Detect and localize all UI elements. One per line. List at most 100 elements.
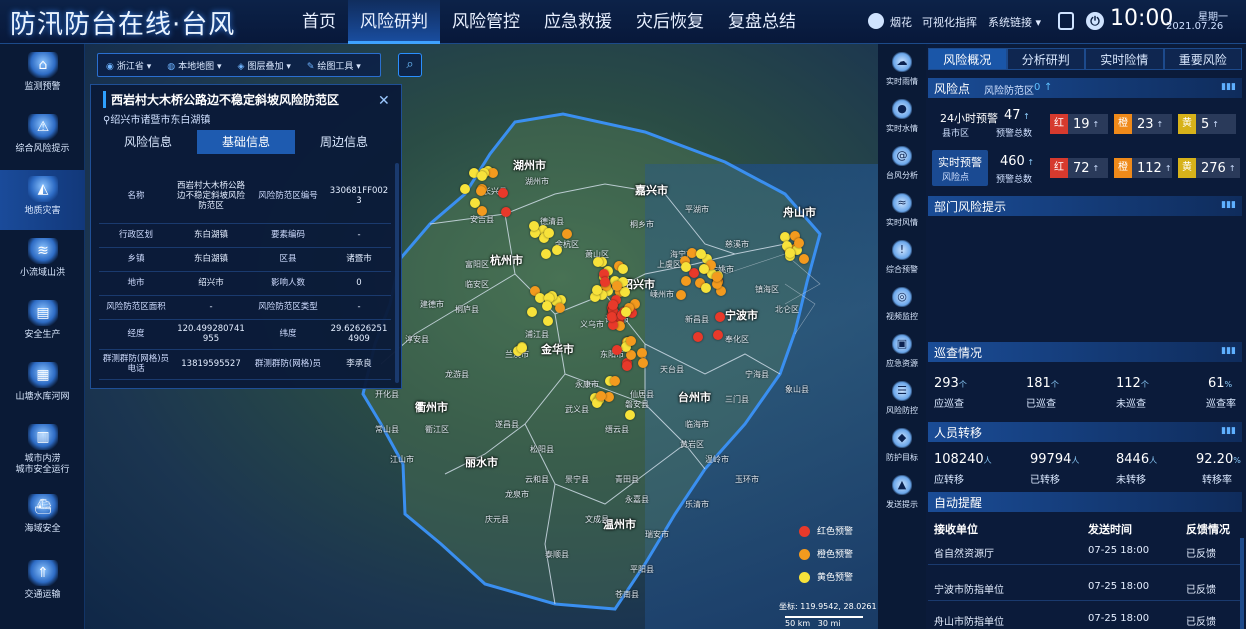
city-label[interactable]: 嘉兴市 <box>635 182 668 198</box>
tool-risk-control[interactable]: ☰ 风险防控 <box>880 377 924 424</box>
sidebar-item-reservoir[interactable]: ▦ 山塘水库河网 <box>0 356 85 416</box>
city-label[interactable]: 舟山市 <box>783 204 816 220</box>
shield-icon: ◆ <box>892 428 912 448</box>
warning-point[interactable] <box>695 248 706 259</box>
coords-value: 119.9542, 28.0261 <box>800 602 877 611</box>
header-right: 烟花 可视化指挥 系统链接 ▾ ⏻ 10:00 星期一 2021.07.26 <box>860 0 1246 44</box>
sidebar-item-monitor-warning[interactable]: ⌂ 监测预警 <box>0 46 85 106</box>
badge-red-realtime[interactable]: 红 72 ↑ <box>1050 158 1108 178</box>
power-icon[interactable]: ⏻ <box>1086 12 1104 30</box>
warning-point[interactable] <box>599 277 610 288</box>
warning-point[interactable] <box>543 315 554 326</box>
table-row: 行政区划 东白湖镇 要素编码 - <box>99 223 391 248</box>
popup-scrollbar[interactable] <box>395 163 399 383</box>
warning-point[interactable] <box>785 247 796 258</box>
sidebar-item-sea[interactable]: ⛴ 海域安全 <box>0 488 85 548</box>
warning-point[interactable] <box>526 306 537 317</box>
top-bar: 防汛防台在线·台风 首页 风险研判 风险管控 应急救援 灾后恢复 复盘总结 烟花… <box>0 0 1246 44</box>
draw-tools-select[interactable]: ✎ 绘图工具 ▾ <box>299 59 369 72</box>
panel-scrollbar[interactable] <box>1240 538 1244 629</box>
water-drop-icon: ● <box>892 99 912 119</box>
warning-point[interactable] <box>779 231 790 242</box>
warning-point[interactable] <box>621 360 632 371</box>
tool-rain[interactable]: ☁ 实时雨情 <box>880 48 924 95</box>
badge-yellow-realtime[interactable]: 黄 276 ↑ <box>1178 158 1240 178</box>
city-label[interactable]: 丽水市 <box>465 454 498 470</box>
tab-surrounding-info[interactable]: 周边信息 <box>295 130 393 154</box>
warning-point[interactable] <box>501 206 512 217</box>
sidebar-item-risk-tips[interactable]: ⚠ 综合风险提示 <box>0 108 85 168</box>
basemap-select[interactable]: ◍ 本地地图 ▾ <box>159 59 229 72</box>
nav-tab-home[interactable]: 首页 <box>290 0 348 44</box>
sidebar-item-traffic[interactable]: ⇑ 交通运输 <box>0 554 85 614</box>
badge-orange-realtime[interactable]: 橙 112 ↑ <box>1114 158 1172 178</box>
warning-point[interactable] <box>516 343 527 354</box>
system-link-dropdown[interactable]: 系统链接 ▾ <box>988 14 1041 30</box>
sidebar-item-city[interactable]: ▥ 城市内涝 城市安全运行 <box>0 418 85 484</box>
sidebar-item-flash-flood[interactable]: ≋ 小流域山洪 <box>0 232 85 292</box>
town-label: 淳安县 <box>405 335 429 344</box>
region-select[interactable]: ◉ 浙江省 ▾ <box>98 59 159 72</box>
tab-risk-overview[interactable]: 风险概况 <box>928 48 1007 70</box>
warning-point[interactable] <box>562 228 573 239</box>
tab-basic-info[interactable]: 基础信息 <box>197 130 295 154</box>
visual-command-link[interactable]: 可视化指挥 <box>922 14 977 30</box>
alarm-icon[interactable] <box>1058 12 1074 30</box>
sidebar-item-geology[interactable]: ◭ 地质灾害 <box>0 170 85 230</box>
realtime-sub: 风险点 <box>942 173 970 183</box>
badge-key: 红 <box>1050 114 1068 134</box>
risk-area-value: 0 <box>1034 82 1041 93</box>
badge-value: 72 <box>1073 160 1090 176</box>
table-row[interactable]: 省自然资源厅 07-25 18:00 已反馈 <box>928 538 1242 565</box>
town-label: 三门县 <box>725 395 749 404</box>
warning-point[interactable] <box>459 183 470 194</box>
tool-wind[interactable]: ≈ 实时风情 <box>880 189 924 236</box>
tool-video[interactable]: ◎ 视频监控 <box>880 283 924 330</box>
tool-typhoon[interactable]: @ 台风分析 <box>880 142 924 189</box>
badge-red-24h[interactable]: 红 19 ↑ <box>1050 114 1108 134</box>
nav-tab-emergency-rescue[interactable]: 应急救援 <box>532 0 624 44</box>
layer-overlay-select[interactable]: ◈ 图层叠加 ▾ <box>230 59 299 72</box>
city-label[interactable]: 台州市 <box>678 389 711 405</box>
city-label[interactable]: 杭州市 <box>490 252 523 268</box>
badge-yellow-24h[interactable]: 黄 5 ↑ <box>1178 114 1236 134</box>
warning-point[interactable] <box>680 262 691 273</box>
nav-tab-risk-control[interactable]: 风险管控 <box>440 0 532 44</box>
tool-alarm[interactable]: ! 综合预警 <box>880 236 924 283</box>
city-label[interactable]: 金华市 <box>541 341 574 357</box>
table-cell-key: 纬度 <box>249 319 327 350</box>
city-label[interactable]: 湖州市 <box>513 157 546 173</box>
tool-water[interactable]: ● 实时水情 <box>880 95 924 142</box>
warning-point[interactable] <box>794 237 805 248</box>
warning-point[interactable] <box>636 347 647 358</box>
tab-risk-info[interactable]: 风险信息 <box>99 130 197 154</box>
city-label[interactable]: 宁波市 <box>725 307 758 323</box>
tab-analysis[interactable]: 分析研判 <box>1006 48 1085 70</box>
table-row[interactable]: 宁波市防指单位 07-25 18:00 已反馈 <box>928 574 1242 601</box>
badge-orange-24h[interactable]: 橙 23 ↑ <box>1114 114 1172 134</box>
warning-point[interactable] <box>681 275 692 286</box>
warning-point[interactable] <box>620 306 631 317</box>
realtime-label: 实时预警 <box>938 156 982 169</box>
tool-send-notice[interactable]: ▲ 发送提示 <box>880 471 924 518</box>
section-risk-points: 风险点 风险防范区 0 ↑ ▮▮▮ <box>928 78 1242 98</box>
warning-point[interactable] <box>488 167 499 178</box>
close-icon[interactable]: ✕ <box>378 93 390 109</box>
warning-point[interactable] <box>606 311 617 322</box>
city-label[interactable]: 衢州市 <box>415 399 448 415</box>
sidebar-item-safety[interactable]: ▤ 安全生产 <box>0 294 85 354</box>
warning-point[interactable] <box>528 220 539 231</box>
section-decoration: ▮▮▮ <box>1221 426 1236 436</box>
nav-tab-recovery[interactable]: 灾后恢复 <box>624 0 716 44</box>
map-search-button[interactable]: ⌕ <box>398 53 422 77</box>
nav-tab-risk-assessment[interactable]: 风险研判 <box>348 0 440 44</box>
table-row[interactable]: 舟山市防指单位 07-25 18:00 已反馈 <box>928 606 1242 629</box>
tab-major-risk[interactable]: 重要风险 <box>1163 48 1242 70</box>
tab-realtime-danger[interactable]: 实时险情 <box>1085 48 1164 70</box>
tool-resources[interactable]: ▣ 应急资源 <box>880 330 924 377</box>
warning-point[interactable] <box>591 284 602 295</box>
warning-point[interactable] <box>689 267 700 278</box>
tool-protect-target[interactable]: ◆ 防护目标 <box>880 424 924 471</box>
typhoon-name[interactable]: 烟花 <box>890 14 912 30</box>
nav-tab-review[interactable]: 复盘总结 <box>716 0 808 44</box>
